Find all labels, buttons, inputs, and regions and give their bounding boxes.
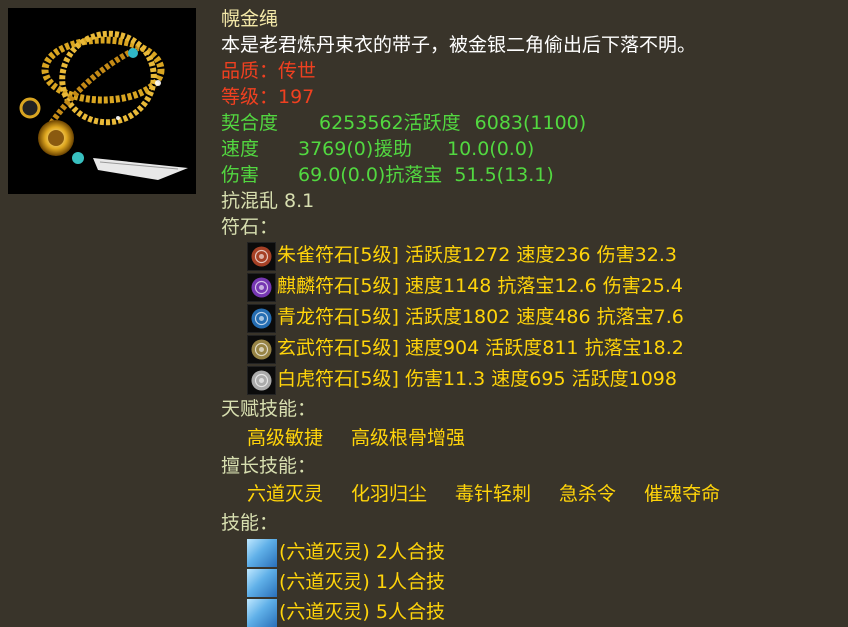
stat-assist-value: 10.0(0.0) bbox=[447, 138, 535, 160]
rune-text: 白虎符石[5级] 伤害11.3 速度695 活跃度1098 bbox=[277, 368, 677, 390]
rune-item: 青龙符石[5级] 活跃度1802 速度486 抗落宝7.6 bbox=[221, 302, 748, 333]
item-level: 等级：197 bbox=[221, 86, 315, 108]
runes-list: 朱雀符石[5级] 活跃度1272 速度236 伤害32.3 麒麟符石[5级] 速度… bbox=[221, 240, 748, 395]
white-tiger-rune-icon bbox=[247, 366, 276, 395]
specialty-skill: 急杀令 bbox=[559, 483, 617, 505]
stat-row-3: 伤害 69.0(0.0)抗落宝 51.5(13.1) bbox=[221, 162, 748, 188]
stat-damage-label: 伤害 bbox=[221, 164, 260, 186]
specialty-skill: 毒针轻刺 bbox=[455, 483, 532, 505]
skill-icon bbox=[247, 599, 277, 627]
stat-activity-label: 活跃度 bbox=[403, 112, 461, 134]
skill-item: (六道灭灵) 5人合技 bbox=[221, 597, 748, 627]
skill-item: (六道灭灵) 2人合技 bbox=[221, 537, 748, 567]
stat-resist-chaos: 抗混乱 8.1 bbox=[221, 190, 315, 212]
specialty-skill: 化羽归尘 bbox=[351, 483, 428, 505]
rune-text: 朱雀符石[5级] 活跃度1272 速度236 伤害32.3 bbox=[277, 244, 677, 266]
skills-header: 技能： bbox=[221, 512, 279, 534]
stat-anti-loot-value: 51.5(13.1) bbox=[454, 164, 554, 186]
rune-text: 玄武符石[5级] 速度904 活跃度811 抗落宝18.2 bbox=[277, 337, 684, 359]
specialty-skill: 六道灭灵 bbox=[247, 483, 324, 505]
skill-icon bbox=[247, 539, 277, 567]
black-tortoise-rune-icon bbox=[247, 335, 276, 364]
stat-row-1: 契合度 6253562活跃度 6083(1100) bbox=[221, 110, 748, 136]
stat-assist-label: 援助 bbox=[374, 138, 413, 160]
runes-header: 符石： bbox=[221, 216, 279, 238]
item-quality: 品质：传世 bbox=[221, 60, 317, 82]
talents-list: 高级敏捷 高级根骨增强 bbox=[221, 423, 748, 453]
azure-dragon-rune-icon bbox=[247, 304, 276, 333]
golden-rope-image bbox=[8, 8, 196, 194]
specialties-list: 六道灭灵 化羽归尘 毒针轻刺 急杀令 催魂夺命 bbox=[221, 479, 748, 509]
qilin-rune-icon bbox=[247, 273, 276, 302]
stat-row-2: 速度 3769(0)援助 10.0(0.0) bbox=[221, 136, 748, 162]
specialties-header: 擅长技能： bbox=[221, 455, 317, 477]
stat-activity-value: 6083(1100) bbox=[474, 112, 587, 134]
stat-speed-value: 3769(0) bbox=[298, 138, 374, 160]
item-tooltip: 幌金绳 本是老君炼丹束衣的带子，被金银二角偷出后下落不明。 品质：传世 等级：1… bbox=[221, 6, 748, 627]
item-name: 幌金绳 bbox=[221, 8, 279, 30]
stat-speed-label: 速度 bbox=[221, 138, 260, 160]
item-image bbox=[8, 8, 196, 194]
skills-list: (六道灭灵) 2人合技 (六道灭灵) 1人合技 (六道灭灵) 5人合技 bbox=[221, 537, 748, 627]
talent-skill: 高级敏捷 bbox=[247, 427, 324, 449]
rune-item: 白虎符石[5级] 伤害11.3 速度695 活跃度1098 bbox=[221, 364, 748, 395]
specialty-skill: 催魂夺命 bbox=[644, 483, 721, 505]
talent-skill: 高级根骨增强 bbox=[351, 427, 466, 449]
rune-item: 麒麟符石[5级] 速度1148 抗落宝12.6 伤害25.4 bbox=[221, 271, 748, 302]
rune-item: 朱雀符石[5级] 活跃度1272 速度236 伤害32.3 bbox=[221, 240, 748, 271]
stat-anti-loot-label: 抗落宝 bbox=[385, 164, 443, 186]
skill-icon bbox=[247, 569, 277, 597]
rune-item: 玄武符石[5级] 速度904 活跃度811 抗落宝18.2 bbox=[221, 333, 748, 364]
stat-damage-value: 69.0(0.0) bbox=[298, 164, 386, 186]
stat-compatibility-label: 契合度 bbox=[221, 112, 279, 134]
skill-item: (六道灭灵) 1人合技 bbox=[221, 567, 748, 597]
rune-text: 麒麟符石[5级] 速度1148 抗落宝12.6 伤害25.4 bbox=[277, 275, 683, 297]
talents-header: 天赋技能： bbox=[221, 398, 317, 420]
item-description: 本是老君炼丹束衣的带子，被金银二角偷出后下落不明。 bbox=[221, 34, 697, 56]
rune-text: 青龙符石[5级] 活跃度1802 速度486 抗落宝7.6 bbox=[277, 306, 684, 328]
vermilion-bird-rune-icon bbox=[247, 242, 276, 271]
stat-compatibility-value: 6253562 bbox=[319, 112, 404, 134]
